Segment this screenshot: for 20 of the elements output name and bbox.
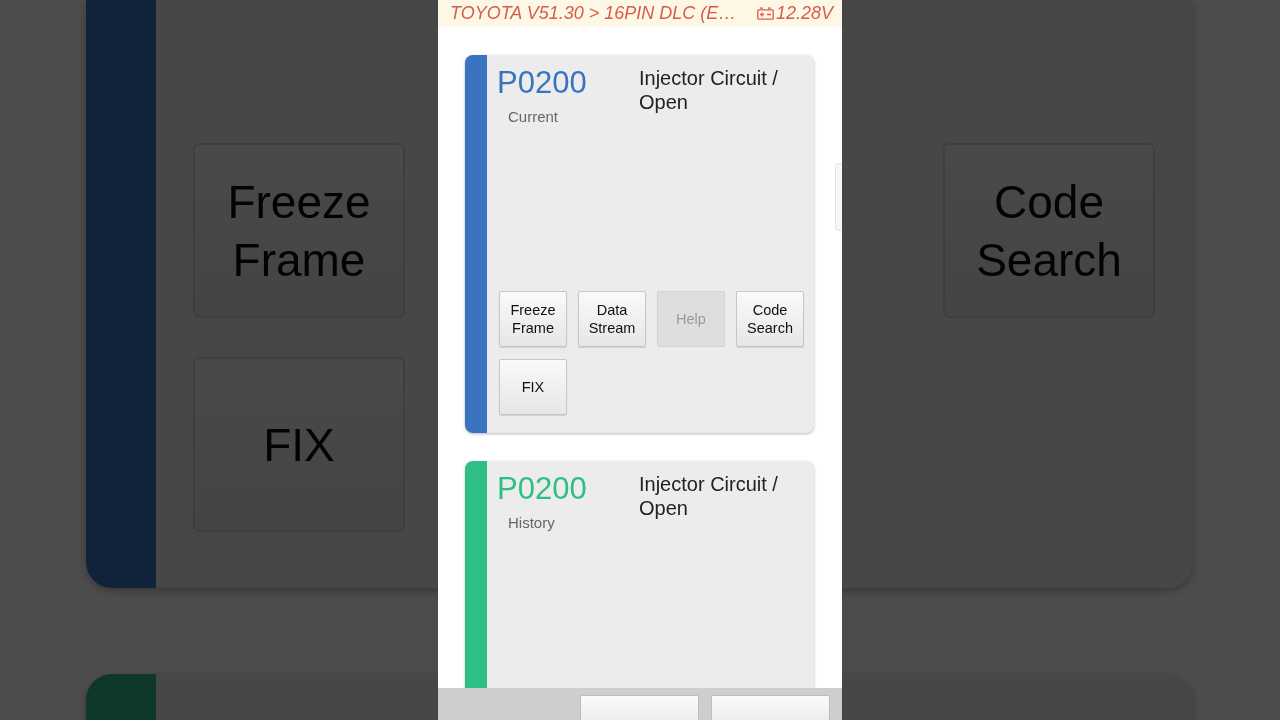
toolbar-button[interactable] — [580, 695, 699, 720]
scrollbar-thumb[interactable] — [835, 163, 842, 231]
action-button[interactable]: Freeze Frame — [499, 291, 567, 347]
background-tile: FIX — [193, 357, 405, 532]
code-status: History — [508, 514, 555, 532]
code-status: Current — [508, 108, 559, 126]
voltage-reading: 12.28V — [775, 3, 833, 24]
toolbar-button[interactable] — [711, 695, 830, 720]
status-stripe — [86, 674, 156, 720]
action-button[interactable]: Data Stream — [578, 291, 646, 347]
trouble-code: P0200 — [497, 472, 587, 506]
background-tile: Code Search — [943, 143, 1155, 318]
code-description: Injector Circuit / Open — [639, 66, 779, 114]
code-description: Injector Circuit / Open — [639, 472, 779, 520]
trouble-code: P0200 — [497, 66, 587, 100]
action-button[interactable]: FIX — [499, 359, 567, 415]
battery-icon — [756, 7, 774, 20]
background-tile: Freeze Frame — [193, 143, 405, 318]
connection-title: TOYOTA V51.30 > 16PIN DLC (E… — [450, 3, 737, 24]
action-button[interactable]: Code Search — [736, 291, 804, 347]
